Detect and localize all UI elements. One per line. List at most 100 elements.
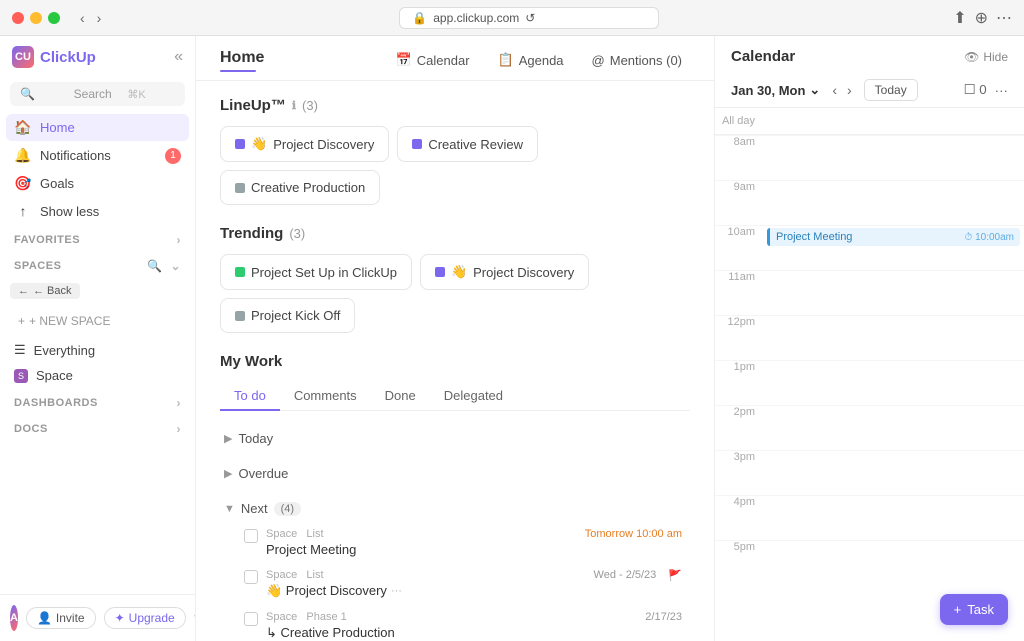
- trending-card-2[interactable]: Project Kick Off: [220, 298, 355, 333]
- search-spaces-icon[interactable]: 🔍: [147, 259, 162, 273]
- card-dot: [435, 267, 445, 277]
- home-icon: 🏠: [14, 119, 32, 136]
- share-icon[interactable]: ⬆: [953, 8, 966, 28]
- calendar-next-button[interactable]: ›: [843, 80, 856, 100]
- card-dot: [235, 183, 245, 193]
- task-checkbox[interactable]: [244, 612, 258, 626]
- time-slot[interactable]: Project Meeting ⏱ 10:00am: [763, 226, 1024, 270]
- extensions-icon[interactable]: ⋯: [996, 8, 1012, 28]
- next-section-header[interactable]: ▼ Next (4): [220, 495, 690, 522]
- refresh-icon[interactable]: ↺: [525, 11, 535, 25]
- task-checkbox[interactable]: [244, 529, 258, 543]
- sidebar-search[interactable]: 🔍 Search ⌘K: [10, 82, 185, 106]
- dashboards-section-header[interactable]: DASHBOARDS ›: [0, 388, 195, 414]
- mentions-button[interactable]: @ Mentions (0): [584, 49, 690, 72]
- time-slot[interactable]: [763, 136, 1024, 180]
- back-button[interactable]: ← ← Back: [10, 283, 80, 299]
- calendar-add-button[interactable]: ☐ 0: [964, 82, 987, 98]
- time-slot[interactable]: [763, 496, 1024, 540]
- lineup-card-1[interactable]: Creative Review: [397, 126, 538, 162]
- sidebar-item-space[interactable]: S Space: [0, 363, 195, 388]
- back-nav-button[interactable]: ‹: [76, 8, 89, 28]
- time-slot[interactable]: [763, 451, 1024, 495]
- invite-button[interactable]: 👤 Invite: [26, 607, 96, 629]
- sidebar-item-label: Goals: [40, 176, 74, 191]
- task-fab-button[interactable]: + Task: [940, 594, 1008, 625]
- sidebar-item-notifications[interactable]: 🔔 Notifications 1: [6, 142, 189, 169]
- new-space-button[interactable]: + + NEW SPACE: [10, 309, 185, 333]
- lineup-info-icon[interactable]: ℹ: [292, 99, 296, 112]
- space-color-dot: S: [14, 369, 28, 383]
- task-info: Space List 👋 Project Discovery ···: [266, 569, 586, 599]
- favorites-label: FAVORITES: [14, 234, 80, 246]
- time-row-12pm: 12pm: [715, 315, 1024, 360]
- agenda-icon: 📋: [498, 52, 514, 68]
- agenda-button[interactable]: 📋 Agenda: [490, 48, 572, 72]
- calendar-button[interactable]: 📅 Calendar: [388, 48, 478, 72]
- sidebar-item-goals[interactable]: 🎯 Goals: [6, 170, 189, 197]
- sidebar: CU ClickUp « 🔍 Search ⌘K 🏠 Home 🔔 Notifi…: [0, 36, 196, 641]
- calendar-more-button[interactable]: ···: [995, 83, 1008, 98]
- hide-label: Hide: [983, 50, 1008, 64]
- sidebar-collapse-button[interactable]: «: [174, 48, 183, 66]
- time-label: 11am: [715, 271, 763, 283]
- trending-card-0[interactable]: Project Set Up in ClickUp: [220, 254, 412, 290]
- time-slot[interactable]: [763, 316, 1024, 360]
- trending-card-1[interactable]: 👋 Project Discovery: [420, 254, 589, 290]
- time-label: 10am: [715, 226, 763, 238]
- back-icon: ←: [18, 285, 29, 297]
- time-slot[interactable]: [763, 181, 1024, 225]
- sidebar-item-show-less[interactable]: ↑ Show less: [6, 198, 189, 224]
- time-slot[interactable]: [763, 406, 1024, 450]
- calendar-actions: ☐ 0 ···: [964, 82, 1008, 98]
- task-checkbox[interactable]: [244, 570, 258, 584]
- tab-comments[interactable]: Comments: [280, 382, 371, 411]
- time-slot[interactable]: [763, 361, 1024, 405]
- time-row-2pm: 2pm: [715, 405, 1024, 450]
- add-tab-icon[interactable]: ⊕: [975, 8, 988, 28]
- docs-section-header[interactable]: DOCS ›: [0, 414, 195, 440]
- lineup-card-0[interactable]: 👋 Project Discovery: [220, 126, 389, 162]
- tab-delegated[interactable]: Delegated: [430, 382, 517, 411]
- upgrade-button[interactable]: ✦ Upgrade: [104, 607, 186, 629]
- minimize-button[interactable]: [30, 12, 42, 24]
- date-dropdown-icon[interactable]: ⌄: [809, 82, 820, 98]
- task-options-icon[interactable]: ···: [391, 585, 402, 597]
- time-slot[interactable]: [763, 271, 1024, 315]
- avatar[interactable]: A: [10, 605, 18, 631]
- dashboards-arrow-icon: ›: [177, 396, 182, 410]
- close-button[interactable]: [12, 12, 24, 24]
- lineup-card-2[interactable]: Creative Production: [220, 170, 380, 205]
- card-emoji: 👋: [251, 136, 267, 152]
- calendar-today-button[interactable]: Today: [864, 79, 918, 101]
- calendar-hide-button[interactable]: 👁 Hide: [964, 50, 1008, 64]
- calendar-prev-button[interactable]: ‹: [828, 80, 841, 100]
- tab-todo[interactable]: To do: [220, 382, 280, 411]
- today-section-header[interactable]: ▶ Today: [220, 425, 690, 452]
- task-date: Tomorrow 10:00 am: [585, 528, 682, 540]
- maximize-button[interactable]: [48, 12, 60, 24]
- content-area: Home 📅 Calendar 📋 Agenda @ Mentions (0): [196, 36, 714, 641]
- calendar-event[interactable]: Project Meeting ⏱ 10:00am: [767, 228, 1020, 246]
- url-bar[interactable]: 🔒 app.clickup.com ↺: [399, 7, 659, 29]
- time-label: 5pm: [715, 541, 763, 553]
- url-area: 🔒 app.clickup.com ↺: [113, 7, 945, 29]
- task-item[interactable]: Space Phase 1 ↳ Creative Production 2/17…: [220, 605, 690, 641]
- task-item[interactable]: Space List 👋 Project Discovery ··· Wed -…: [220, 563, 690, 605]
- tab-done[interactable]: Done: [371, 382, 430, 411]
- task-item[interactable]: Space List Project Meeting Tomorrow 10:0…: [220, 522, 690, 563]
- content-body: LineUp™ ℹ (3) 👋 Project Discovery Creati…: [196, 81, 714, 641]
- forward-nav-button[interactable]: ›: [93, 8, 106, 28]
- calendar-btn-label: Calendar: [417, 53, 470, 68]
- spaces-section-header[interactable]: SPACES 🔍 ⌄: [0, 251, 195, 277]
- sidebar-item-home[interactable]: 🏠 Home: [6, 114, 189, 141]
- time-label: 2pm: [715, 406, 763, 418]
- favorites-section-header[interactable]: FAVORITES ›: [0, 225, 195, 251]
- card-dot: [235, 139, 245, 149]
- time-slot[interactable]: [763, 541, 1024, 585]
- flag-icon: 🚩: [668, 569, 682, 582]
- time-label: 8am: [715, 136, 763, 148]
- chevron-right-icon: ▶: [224, 432, 232, 445]
- sidebar-item-everything[interactable]: ☰ Everything: [0, 337, 195, 363]
- overdue-section-header[interactable]: ▶ Overdue: [220, 460, 690, 487]
